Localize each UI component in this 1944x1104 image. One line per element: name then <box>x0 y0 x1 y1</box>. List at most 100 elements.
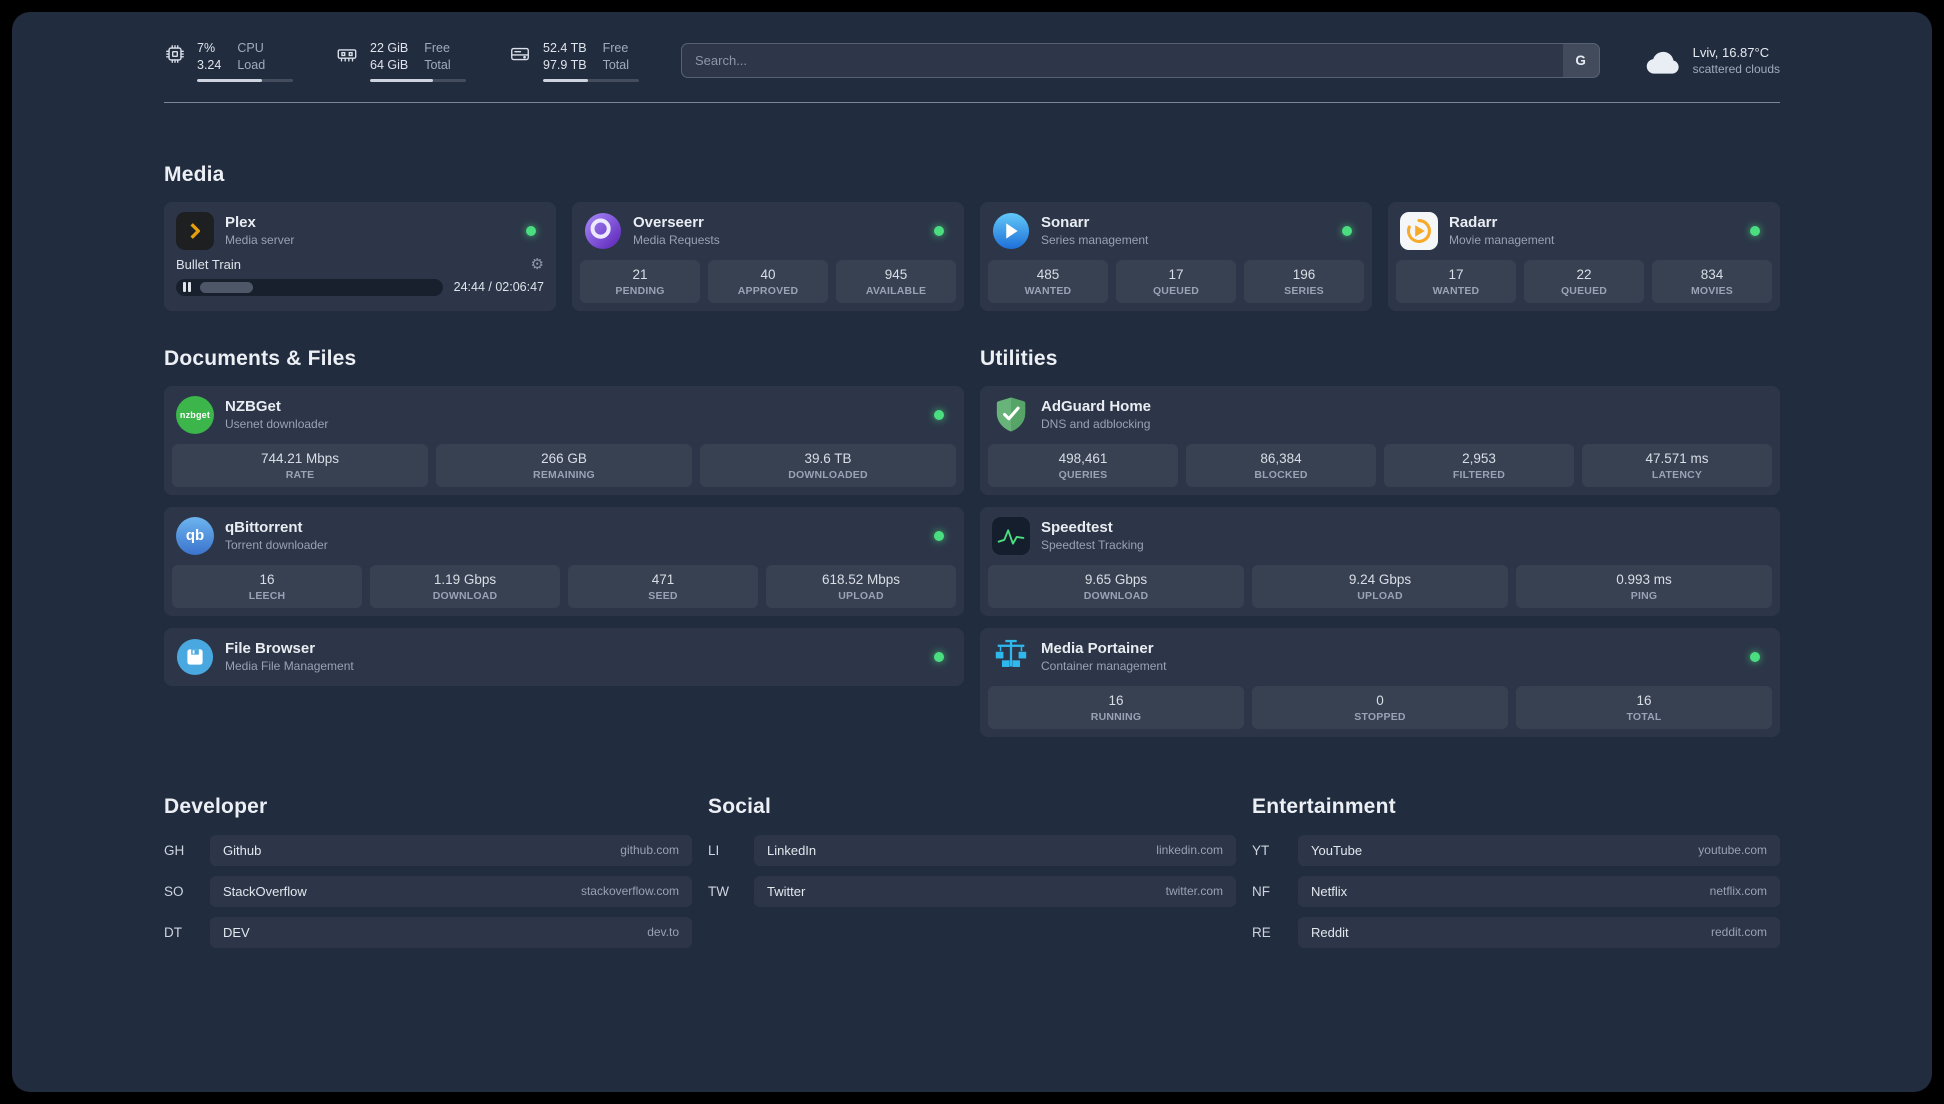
bookmark-name: DEV <box>223 924 250 940</box>
bookmark-dev[interactable]: DT DEV dev.to <box>164 916 692 948</box>
stat-tile: 9.65 Gbps DOWNLOAD <box>988 564 1244 608</box>
service-description: Torrent downloader <box>225 538 328 553</box>
stat-tile: 834 MOVIES <box>1652 259 1772 303</box>
status-dot <box>1750 225 1760 236</box>
stat-tile: 22 QUEUED <box>1524 259 1644 303</box>
status-dot <box>934 651 944 662</box>
status-dot <box>934 409 944 420</box>
bookmark-url: youtube.com <box>1698 843 1767 858</box>
qbittorrent-icon: qb <box>176 516 214 555</box>
bookmark-url: twitter.com <box>1165 884 1223 899</box>
stat-tile: 485 WANTED <box>988 259 1108 303</box>
service-card-filebrowser[interactable]: File Browser Media File Management <box>164 627 964 686</box>
status-dot <box>934 225 944 236</box>
cpu-icon <box>164 43 186 65</box>
bookmark-url: netflix.com <box>1709 884 1767 899</box>
bookmark-linkedin[interactable]: LI LinkedIn linkedin.com <box>708 834 1236 866</box>
cpu-progress-bar <box>197 78 293 82</box>
cpu-usage-value: 7% <box>197 41 216 55</box>
stat-tile: 16 LEECH <box>172 564 362 608</box>
bookmark-youtube[interactable]: YT YouTube youtube.com <box>1252 834 1780 866</box>
section-title-social: Social <box>708 794 772 818</box>
bookmark-url: github.com <box>620 843 679 858</box>
playback-progress-bar[interactable] <box>176 278 443 296</box>
stat-tile: 17 QUEUED <box>1116 259 1236 303</box>
service-name: AdGuard Home <box>1041 398 1152 416</box>
service-card-radarr[interactable]: Radarr Movie management 17 WANTED 22 QUE… <box>1388 201 1780 311</box>
stat-tile: 47.571 ms LATENCY <box>1582 443 1772 487</box>
stat-tile: 9.24 Gbps UPLOAD <box>1252 564 1508 608</box>
nzbget-icon: nzbget <box>176 395 214 434</box>
bookmark-netflix[interactable]: NF Netflix netflix.com <box>1252 875 1780 907</box>
service-name: qBittorrent <box>225 519 303 537</box>
stat-tile: 40 APPROVED <box>708 259 828 303</box>
screen-frame: 7% 3.24 CPU Load 22 GiB 64 GiB Free Tota… <box>0 0 1944 1104</box>
service-name: Radarr <box>1449 214 1498 232</box>
media-group: Plex Media server Bullet Train ⚙ 24:44 /… <box>164 201 1780 311</box>
bookmarks: Developer GH Github github.com SO StackO… <box>164 795 1780 948</box>
service-card-adguard[interactable]: AdGuard Home DNS and adblocking 498,461 … <box>980 385 1780 495</box>
memory-total-label: Total <box>424 57 451 72</box>
status-dot <box>1750 651 1760 662</box>
bookmark-abbr: GH <box>164 842 185 858</box>
gear-icon[interactable]: ⚙ <box>531 256 544 272</box>
service-card-speedtest[interactable]: Speedtest Speedtest Tracking 9.65 Gbps D… <box>980 506 1780 616</box>
stat-tile: 498,461 QUERIES <box>988 443 1178 487</box>
bookmark-name: Twitter <box>767 883 806 899</box>
service-card-qbittorrent[interactable]: qb qBittorrent Torrent downloader 16 LEE… <box>164 506 964 616</box>
disk-free-label: Free <box>602 41 629 55</box>
radarr-icon <box>1400 211 1438 250</box>
status-dot <box>934 530 944 541</box>
service-description: Speedtest Tracking <box>1041 538 1144 553</box>
bookmark-twitter[interactable]: TW Twitter twitter.com <box>708 875 1236 907</box>
stat-tile: 196 SERIES <box>1244 259 1364 303</box>
pause-icon[interactable] <box>183 282 191 293</box>
service-name: Sonarr <box>1041 214 1090 232</box>
stat-tile: 1.19 Gbps DOWNLOAD <box>370 564 560 608</box>
bookmark-url: dev.to <box>647 925 679 940</box>
bookmark-name: LinkedIn <box>767 842 817 858</box>
bookmark-abbr: SO <box>164 883 184 899</box>
bookmark-url: linkedin.com <box>1156 843 1223 858</box>
cpu-label: CPU <box>237 41 264 55</box>
disk-progress-bar <box>543 78 639 82</box>
service-description: Container management <box>1041 659 1167 674</box>
bookmark-group-social: Social LI LinkedIn linkedin.com TW Twitt… <box>708 795 1236 948</box>
stat-tile: 39.6 TB DOWNLOADED <box>700 443 956 487</box>
weather-condition: scattered clouds <box>1692 62 1780 77</box>
bookmark-github[interactable]: GH Github github.com <box>164 834 692 866</box>
bookmark-abbr: TW <box>708 883 729 899</box>
bookmark-group-entertainment: Entertainment YT YouTube youtube.com NF … <box>1252 795 1780 948</box>
service-card-nzbget[interactable]: nzbget NZBGet Usenet downloader 744.21 M… <box>164 385 964 495</box>
memory-total-value: 64 GiB <box>370 57 409 72</box>
search-input[interactable] <box>681 43 1600 79</box>
search-engine-button[interactable]: G <box>1562 44 1599 78</box>
service-card-portainer[interactable]: Media Portainer Container management 16 … <box>980 627 1780 737</box>
stat-tile: 744.21 Mbps RATE <box>172 443 428 487</box>
filebrowser-icon <box>176 638 214 676</box>
bookmark-name: Reddit <box>1311 924 1349 940</box>
cloud-icon <box>1644 47 1682 75</box>
dashboard-page: 7% 3.24 CPU Load 22 GiB 64 GiB Free Tota… <box>12 12 1932 1092</box>
service-description: Media File Management <box>225 659 354 674</box>
speedtest-icon <box>992 516 1030 555</box>
bookmark-stackoverflow[interactable]: SO StackOverflow stackoverflow.com <box>164 875 692 907</box>
bookmark-name: StackOverflow <box>223 883 307 899</box>
bookmark-url: reddit.com <box>1710 925 1767 940</box>
bookmark-group-developer: Developer GH Github github.com SO StackO… <box>164 795 692 948</box>
stat-tile: 17 WANTED <box>1396 259 1516 303</box>
disk-total-label: Total <box>602 57 629 72</box>
service-card-plex[interactable]: Plex Media server Bullet Train ⚙ 24:44 /… <box>164 201 556 311</box>
service-name: Plex <box>225 214 256 232</box>
service-card-sonarr[interactable]: Sonarr Series management 485 WANTED 17 Q… <box>980 201 1372 311</box>
disk-total-value: 97.9 TB <box>543 57 587 72</box>
stat-tile: 16 RUNNING <box>988 685 1244 729</box>
now-playing-title: Bullet Train <box>176 256 242 272</box>
bookmark-reddit[interactable]: RE Reddit reddit.com <box>1252 916 1780 948</box>
playback-time: 24:44 / 02:06:47 <box>453 280 544 295</box>
service-card-overseerr[interactable]: Overseerr Media Requests 21 PENDING 40 A… <box>572 201 964 311</box>
stat-tile: 0.993 ms PING <box>1516 564 1772 608</box>
bookmark-abbr: LI <box>708 842 720 858</box>
memory-progress-bar <box>370 78 466 82</box>
service-description: Series management <box>1041 233 1149 248</box>
